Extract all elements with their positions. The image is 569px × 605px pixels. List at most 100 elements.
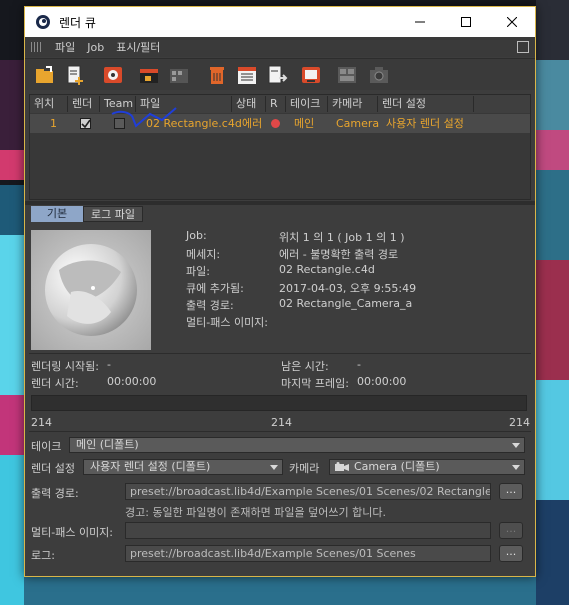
delete-icon[interactable] — [205, 63, 229, 87]
close-icon — [507, 17, 517, 27]
render-sequence-icon[interactable] — [167, 63, 191, 87]
progress-start-frame: 214 — [31, 416, 52, 429]
menu-grip-icon — [31, 42, 43, 52]
layout-icon[interactable] — [517, 41, 529, 53]
render-start-value: - — [107, 358, 111, 371]
take-dropdown[interactable]: 메인 (디폴트) — [69, 437, 525, 453]
take-label: 테이크 — [31, 440, 62, 453]
remaining-label: 남은 시간: — [281, 360, 329, 373]
camera-dropdown-value: Camera (디폴트) — [354, 460, 440, 473]
render-time-label: 렌더 시간: — [31, 377, 79, 390]
film-clapper-icon[interactable] — [137, 63, 161, 87]
close-button[interactable] — [489, 7, 535, 37]
add-file-icon[interactable] — [63, 63, 87, 87]
take-dropdown-value: 메인 (디폴트) — [76, 438, 139, 451]
maximize-icon — [461, 17, 471, 27]
info-file-value: 02 Rectangle.c4d — [279, 263, 375, 276]
preview-sphere-image — [31, 230, 151, 350]
render-start-label: 렌더링 시작됨: — [31, 360, 99, 373]
row-camera: Camera — [336, 117, 380, 130]
info-message-label: 메세지: — [186, 248, 221, 261]
render-checkbox[interactable] — [80, 118, 91, 129]
row-status: 에러 — [242, 117, 263, 130]
camera-dropdown[interactable]: Camera (디폴트) — [329, 459, 525, 475]
col-render-setting[interactable]: 렌더 설정 — [378, 96, 474, 112]
output-path-label: 출력 경로: — [31, 487, 79, 500]
output-path-field[interactable]: preset://broadcast.lib4d/Example Scenes/… — [125, 483, 491, 500]
maximize-button[interactable] — [443, 7, 489, 37]
menu-file[interactable]: 파일 — [55, 39, 75, 55]
open-file-icon[interactable] — [33, 63, 57, 87]
info-added-label: 큐에 추가됨: — [186, 282, 244, 295]
log-path-field[interactable]: preset://broadcast.lib4d/Example Scenes/… — [125, 545, 491, 562]
pen-scribble — [111, 107, 177, 128]
splitter[interactable] — [25, 201, 535, 205]
chevron-down-icon — [270, 465, 278, 470]
tab-basic[interactable]: 기본 — [31, 206, 83, 222]
render-queue-table: 위치 렌더 Team 파일 상태 R 테이크 카메라 렌더 설정 1 02 Re… — [29, 94, 531, 200]
info-multipass-label: 멀티-패스 이미지: — [186, 316, 269, 329]
divider — [29, 353, 531, 354]
minimize-icon — [415, 21, 425, 23]
row-render-setting: 사용자 렌더 설정 — [386, 117, 464, 130]
overwrite-warning: 경고: 동일한 파일명이 존재하면 파일을 덮어쓰기 합니다. — [125, 506, 386, 519]
minimize-button[interactable] — [397, 7, 443, 37]
snapshot-icon[interactable] — [367, 63, 391, 87]
error-status-icon — [271, 119, 280, 128]
progress-end-frame: 214 — [509, 416, 530, 429]
remaining-value: - — [357, 358, 361, 371]
chevron-down-icon — [512, 465, 520, 470]
divider — [29, 431, 531, 432]
info-file-label: 파일: — [186, 265, 210, 278]
col-take[interactable]: 테이크 — [286, 96, 328, 112]
multipass-browse-button[interactable]: ... — [499, 522, 523, 539]
chevron-down-icon — [512, 443, 520, 448]
render-preview-thumbnail — [31, 230, 151, 350]
tab-log-file[interactable]: 로그 파일 — [83, 206, 143, 222]
render-settings-icon[interactable] — [101, 63, 125, 87]
render-queue-icon[interactable] — [335, 63, 359, 87]
col-position[interactable]: 위치 — [30, 96, 68, 112]
render-queue-window: 렌더 큐 파일 Job 표시/필터 위치 렌더 Team 파일 상태 R 테이크… — [24, 6, 536, 577]
table-header: 위치 렌더 Team 파일 상태 R 테이크 카메라 렌더 설정 — [30, 95, 530, 113]
render-setting-dropdown[interactable]: 사용자 렌더 설정 (디폴트) — [83, 459, 283, 475]
render-setting-label: 렌더 설정 — [31, 462, 75, 475]
progress-current-frame: 214 — [271, 416, 292, 429]
multipass-path-field[interactable] — [125, 522, 491, 539]
title-bar: 렌더 큐 — [25, 7, 535, 37]
render-setting-dropdown-value: 사용자 렌더 설정 (디폴트) — [90, 460, 211, 473]
multipass-label: 멀티-패스 이미지: — [31, 526, 114, 539]
last-frame-value: 00:00:00 — [357, 375, 407, 388]
col-r[interactable]: R — [266, 96, 286, 112]
cinema4d-app-icon — [36, 15, 50, 29]
window-title: 렌더 큐 — [59, 15, 96, 30]
info-message-value: 에러 - 불명확한 출력 경로 — [279, 248, 399, 261]
info-output-value: 02 Rectangle_Camera_a — [279, 297, 413, 310]
list-icon[interactable] — [235, 63, 259, 87]
menu-job[interactable]: Job — [87, 41, 104, 54]
log-label: 로그: — [31, 549, 55, 562]
col-camera[interactable]: 카메라 — [328, 96, 378, 112]
toolbar — [25, 58, 535, 90]
camera-label: 카메라 — [289, 462, 320, 475]
row-position: 1 — [50, 117, 57, 130]
info-added-value: 2017-04-03, 오후 9:55:49 — [279, 282, 417, 295]
menu-bar: 파일 Job 표시/필터 — [25, 37, 535, 57]
menu-view-filter[interactable]: 표시/필터 — [116, 39, 160, 55]
render-progress-bar — [31, 395, 527, 411]
render-time-value: 00:00:00 — [107, 375, 157, 388]
info-job-label: Job: — [186, 229, 207, 242]
table-row[interactable]: 1 02 Rectangle.c4d 에러 메인 Camera 사용자 렌더 설… — [30, 107, 530, 133]
info-job-value: 위치 1 의 1 ( Job 1 의 1 ) — [279, 231, 405, 244]
output-path-browse-button[interactable]: ... — [499, 483, 523, 500]
row-take: 메인 — [294, 117, 315, 130]
col-render[interactable]: 렌더 — [68, 96, 100, 112]
camera-icon — [335, 462, 349, 471]
picture-viewer-icon[interactable] — [299, 63, 323, 87]
export-icon[interactable] — [265, 63, 289, 87]
last-frame-label: 마지막 프레임: — [281, 377, 349, 390]
info-output-label: 출력 경로: — [186, 299, 234, 312]
col-status[interactable]: 상태 — [232, 96, 266, 112]
checkmark-icon — [81, 119, 91, 129]
log-browse-button[interactable]: ... — [499, 545, 523, 562]
